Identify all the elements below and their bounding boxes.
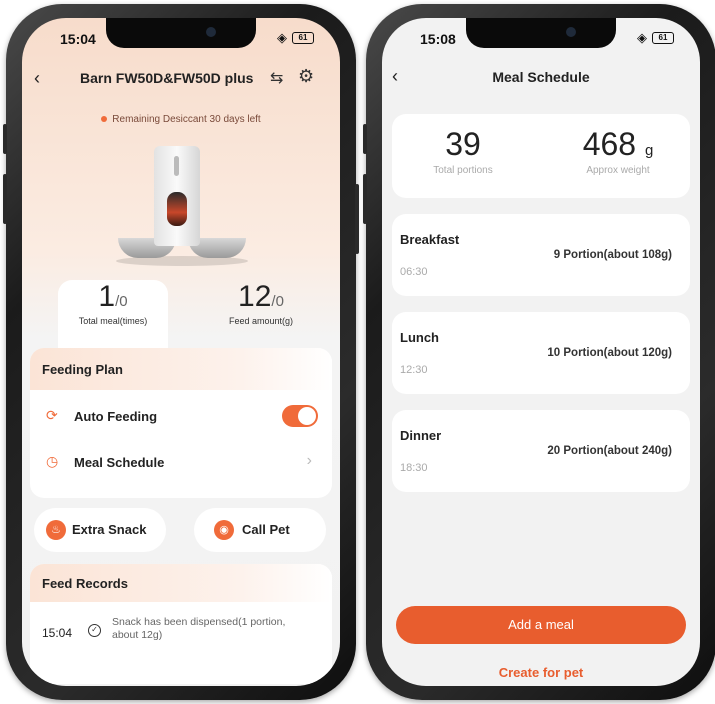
desiccant-text: Remaining Desiccant 30 days left [112,114,261,125]
add-meal-button[interactable]: Add a meal [396,606,686,644]
total-meal-sub: /0 [115,293,128,310]
meal-portion: 9 Portion(about 108g) [553,249,672,261]
feed-records-card: Feed Records 15:04 ✓ Snack has been disp… [30,564,332,684]
meal-time: 06:30 [400,266,428,278]
total-meal-label: Total meal(times) [78,316,148,326]
top-bar: ‹ Barn FW50D&FW50D plus ⇆ ⚙ [22,66,340,90]
snack-icon: ♨ [46,520,66,540]
feed-amount-value: 12 [238,280,272,313]
meal-schedule-screen: 15:08 ◈ 61 ‹ Meal Schedule 39 Total port… [382,18,700,686]
alert-dot-icon [101,116,108,122]
total-portions: 39 Total portions [408,126,518,176]
phone-frame-left: 15:04 ◈ 61 ‹ Barn FW50D&FW50D plus ⇆ ⚙ R… [3,4,359,700]
feed-amount-sub: /0 [271,293,284,310]
camera [566,27,576,37]
record-time: 15:04 [42,626,73,640]
clock-icon: ◷ [46,453,59,469]
power-button [355,184,359,254]
approx-weight-value: 468 [582,126,637,162]
side-button [3,174,7,224]
call-pet-icon: ◉ [214,520,234,540]
feed-amount-label: Feed amount(g) [228,316,294,326]
auto-feeding-label: Auto Feeding [74,409,158,424]
camera [206,27,216,37]
device-title: Barn FW50D&FW50D plus [80,70,254,86]
status-time: 15:04 [60,31,96,47]
meal-portion: 10 Portion(about 120g) [547,347,672,359]
feeding-plan-title: Feeding Plan [42,362,123,377]
back-icon[interactable]: ‹ [34,68,40,89]
battery-icon: 61 [652,32,674,44]
chevron-right-icon: › [306,452,312,469]
meal-item-breakfast[interactable]: Breakfast 06:30 9 Portion(about 108g) [392,214,690,296]
total-portions-value: 39 [445,126,481,162]
total-portions-label: Total portions [433,165,493,176]
feed-records-title: Feed Records [42,576,128,591]
side-button [363,174,367,224]
notch [106,18,256,48]
auto-feeding-toggle[interactable] [282,405,318,427]
device-home-screen: 15:04 ◈ 61 ‹ Barn FW50D&FW50D plus ⇆ ⚙ R… [22,18,340,686]
meal-name: Dinner [400,428,442,443]
meal-item-lunch[interactable]: Lunch 12:30 10 Portion(about 120g) [392,312,690,394]
schedule-summary: 39 Total portions 468 g Approx weight [392,114,690,198]
status-icons: ◈ 61 [277,30,314,46]
record-text: Snack has been dispensed(1 portion, abou… [112,616,286,641]
meal-name: Breakfast [400,232,460,247]
meal-schedule-label: Meal Schedule [74,455,165,470]
meal-time: 18:30 [400,462,428,474]
approx-weight: 468 g Approx weight [558,126,678,176]
feeding-plan-card: Feeding Plan ⟳ Auto Feeding ◷ Meal Sched… [30,348,332,498]
call-pet-label: Call Pet [242,522,290,537]
meal-name: Lunch [400,330,439,345]
call-pet-button[interactable]: ◉ Call Pet [194,508,326,552]
feeder-image [112,146,252,270]
create-for-pet-link[interactable]: Create for pet [382,665,700,680]
status-icons: ◈ 61 [637,30,674,46]
meal-schedule-row[interactable]: ◷ Meal Schedule › [30,448,332,478]
side-button [363,124,367,154]
notch [466,18,616,48]
check-circle-icon: ✓ [88,624,101,637]
desiccant-notice: Remaining Desiccant 30 days left [22,114,340,125]
meal-time: 12:30 [400,364,428,376]
feed-amount-stat: 12/0 Feed amount(g) [206,280,316,326]
refresh-icon: ⟳ [46,407,58,423]
extra-snack-label: Extra Snack [72,522,147,537]
wifi-icon: ◈ [277,30,287,45]
total-meal-value: 1 [98,280,116,313]
battery-icon: 61 [292,32,314,44]
approx-weight-unit: g [644,142,654,159]
approx-weight-label: Approx weight [586,165,650,176]
page-title: Meal Schedule [492,69,590,85]
phone-frame-right: 15:08 ◈ 61 ‹ Meal Schedule 39 Total port… [363,4,715,700]
status-time: 15:08 [420,31,456,47]
meal-item-dinner[interactable]: Dinner 18:30 20 Portion(about 240g) [392,410,690,492]
wifi-icon: ◈ [637,30,647,45]
extra-snack-button[interactable]: ♨ Extra Snack [34,508,166,552]
meal-portion: 20 Portion(about 240g) [547,445,672,457]
side-button [3,124,7,154]
adjust-icon[interactable]: ⇆ [270,68,283,88]
gear-icon[interactable]: ⚙ [298,66,314,87]
auto-feeding-row: ⟳ Auto Feeding [30,402,332,432]
